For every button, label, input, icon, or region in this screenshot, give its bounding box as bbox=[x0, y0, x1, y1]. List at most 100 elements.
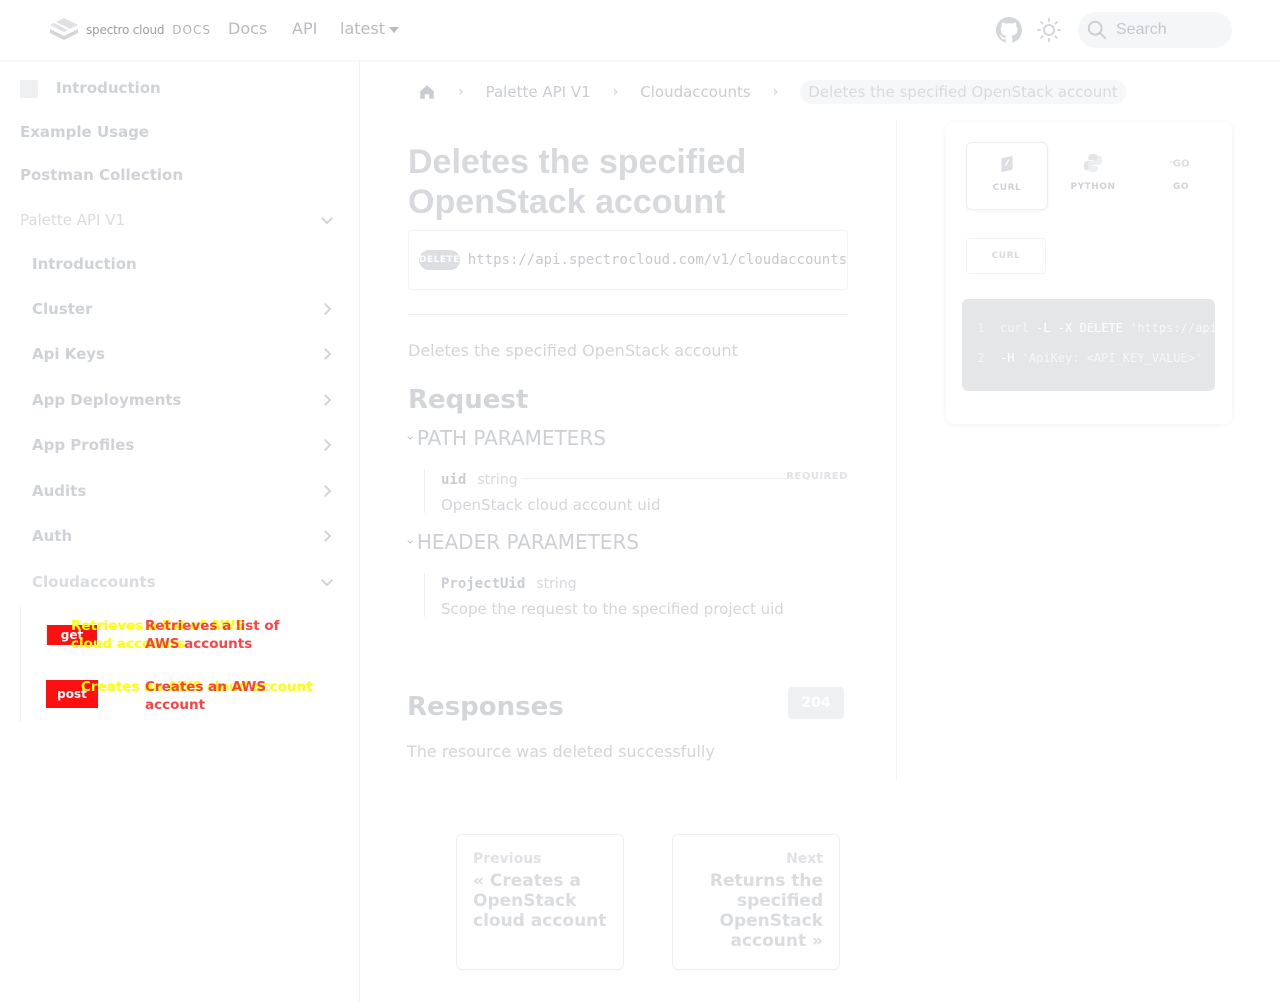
chevron-right-icon: › bbox=[403, 539, 418, 545]
sidebar-item-postman-collection[interactable]: Postman Collection bbox=[20, 166, 183, 184]
tab-label: PYTHON bbox=[1070, 182, 1116, 192]
search-icon bbox=[1087, 20, 1107, 40]
top-navbar: spectro cloud DOCS Docs API latest bbox=[0, 0, 1280, 60]
sun-icon[interactable] bbox=[1037, 18, 1061, 42]
logo-docs-text: DOCS bbox=[172, 23, 211, 37]
chevron-down-icon bbox=[388, 26, 399, 33]
go-icon: GO bbox=[1170, 159, 1190, 170]
chevron-down-icon[interactable] bbox=[318, 211, 336, 229]
breadcrumb-cloudaccounts[interactable]: Cloudaccounts bbox=[640, 83, 750, 101]
github-icon[interactable] bbox=[996, 17, 1022, 43]
home-icon[interactable] bbox=[418, 83, 436, 101]
header-parameters-toggle[interactable]: › HEADER PARAMETERS bbox=[403, 530, 640, 554]
pager-label: Next bbox=[786, 851, 823, 867]
param-uid: uid string REQUIRED OpenStack cloud acco… bbox=[424, 469, 848, 514]
sidebar-item-cluster[interactable]: Cluster bbox=[32, 300, 340, 318]
sidebar-item-label: Audits bbox=[32, 482, 87, 500]
tab-curl[interactable]: CURL bbox=[966, 142, 1048, 210]
svg-text:GO: GO bbox=[1173, 159, 1190, 170]
divider bbox=[408, 314, 848, 315]
path-parameters-toggle[interactable]: › PATH PARAMETERS bbox=[403, 426, 606, 450]
sidebar-item-label: Example Usage bbox=[20, 123, 150, 141]
sidebar-item-palette-api-v1[interactable]: Palette API V1 bbox=[20, 211, 340, 229]
chevron-right-icon: › bbox=[403, 435, 418, 441]
breadcrumb-palette-api-v1[interactable]: Palette API V1 bbox=[486, 83, 591, 101]
sidebar-item-api-keys[interactable]: Api Keys bbox=[32, 345, 340, 363]
chevron-right-icon[interactable] bbox=[318, 436, 336, 454]
next-page-link[interactable]: Next Returns the specified OpenStack acc… bbox=[672, 834, 840, 970]
tab-label: GO bbox=[1172, 182, 1190, 192]
pager-title: Returns the specified OpenStack account … bbox=[709, 871, 823, 951]
status-code-badge[interactable]: 204 bbox=[788, 687, 844, 719]
sidebar-item-introduction[interactable]: Introduction bbox=[32, 255, 137, 273]
tab-label: CURL bbox=[992, 183, 1022, 193]
sidebar-item-audits[interactable]: Audits bbox=[32, 482, 340, 500]
sidebar-item-label: Postman Collection bbox=[20, 166, 184, 184]
param-type: string bbox=[477, 472, 518, 488]
spectro-cloud-logo-mark-icon bbox=[50, 18, 78, 40]
chevron-down-icon[interactable] bbox=[318, 573, 336, 591]
code-line: 2 -H 'ApiKey: <API_KEY_VALUE>' bbox=[962, 351, 1202, 365]
param-name: ProjectUid bbox=[441, 576, 526, 592]
code-token: -L bbox=[1036, 321, 1051, 335]
chevron-right-icon[interactable] bbox=[318, 345, 336, 363]
version-dropdown[interactable]: latest bbox=[340, 19, 399, 38]
chevron-right-icon[interactable] bbox=[318, 482, 336, 500]
breadcrumb-separator: › bbox=[612, 84, 619, 100]
responses-heading: Responses bbox=[407, 692, 564, 722]
header-parameters-heading: HEADER PARAMETERS bbox=[416, 530, 640, 554]
pager-label: Previous bbox=[473, 851, 542, 867]
sidebar-collapse-icon[interactable] bbox=[20, 80, 38, 98]
breadcrumb-current: Deletes the specified OpenStack account bbox=[800, 80, 1126, 104]
tab-curl-variant[interactable]: CURL bbox=[966, 238, 1046, 274]
logo-text: spectro cloud bbox=[86, 23, 165, 37]
sidebar-item-cloudaccounts[interactable]: Cloudaccounts bbox=[32, 573, 340, 591]
code-token: 'ApiKey: <API_KEY_VALUE>' bbox=[1021, 351, 1203, 365]
line-number: 2 bbox=[977, 351, 985, 365]
code-token: DELETE bbox=[1079, 321, 1123, 335]
sidebar-item-label: Palette API V1 bbox=[20, 211, 126, 229]
required-badge: REQUIRED bbox=[786, 471, 848, 482]
sidebar-item-label: Introduction bbox=[32, 255, 137, 273]
chevron-right-icon[interactable] bbox=[318, 300, 336, 318]
sidebar-item-label: Cloudaccounts bbox=[32, 573, 156, 591]
sidebar-subitem-post-aws-account[interactable]: post Creates an AWS cloud account Create… bbox=[21, 667, 341, 717]
tab-python[interactable]: PYTHON bbox=[1052, 142, 1134, 210]
python-icon bbox=[1083, 153, 1103, 173]
sidebar-item-label: Cluster bbox=[32, 300, 93, 318]
search-box[interactable] bbox=[1078, 12, 1232, 48]
param-description: OpenStack cloud account uid bbox=[441, 496, 661, 514]
cloudaccounts-submenu: get Retrieves a list of AWS cloud accoun… bbox=[20, 607, 340, 722]
sidebar-item-label: App Profiles bbox=[32, 436, 135, 454]
endpoint-url: https://api.spectrocloud.com/v1/cloudacc… bbox=[467, 252, 848, 268]
request-heading: Request bbox=[408, 385, 529, 415]
param-name: uid bbox=[441, 472, 467, 488]
response-description: The resource was deleted successfully bbox=[407, 742, 715, 761]
code-token: 'https://api.spectrocloud.com/v1/cloudac… bbox=[1130, 321, 1215, 335]
sidebar-subitem-get-aws-accounts[interactable]: get Retrieves a list of AWS cloud accoun… bbox=[21, 607, 341, 657]
spectro-cloud-logo[interactable]: spectro cloud DOCS bbox=[48, 16, 211, 44]
endpoint-description: Deletes the specified OpenStack account bbox=[408, 341, 738, 360]
param-divider-line bbox=[521, 478, 791, 479]
sidebar-item-example-usage[interactable]: Example Usage bbox=[20, 123, 149, 141]
line-number: 1 bbox=[977, 321, 985, 335]
previous-page-link[interactable]: Previous « Creates a OpenStack cloud acc… bbox=[456, 834, 624, 970]
search-input[interactable] bbox=[1116, 21, 1226, 39]
param-description: Scope the request to the specified proje… bbox=[441, 600, 784, 618]
sidebar-item-auth[interactable]: Auth bbox=[32, 527, 340, 545]
sidebar-item-app-deployments[interactable]: App Deployments bbox=[32, 391, 340, 409]
nav-link-api[interactable]: API bbox=[292, 19, 317, 38]
sidebar-item-label: Api Keys bbox=[32, 345, 105, 363]
code-token: curl bbox=[1000, 321, 1029, 335]
sidebar-item-app-profiles[interactable]: App Profiles bbox=[32, 436, 340, 454]
code-token: -H bbox=[1000, 351, 1015, 365]
breadcrumb: › Palette API V1 › Cloudaccounts › Delet… bbox=[408, 79, 1126, 105]
sidebar-item-label: Introduction bbox=[56, 79, 161, 97]
version-label: latest bbox=[340, 19, 385, 38]
sidebar-item-introduction-top[interactable]: Introduction bbox=[56, 79, 161, 97]
chevron-right-icon[interactable] bbox=[318, 391, 336, 409]
nav-link-docs[interactable]: Docs bbox=[228, 19, 267, 38]
pager-title: « Creates a OpenStack cloud account bbox=[473, 871, 607, 931]
tab-go[interactable]: GO GO bbox=[1140, 142, 1222, 210]
chevron-right-icon[interactable] bbox=[318, 527, 336, 545]
